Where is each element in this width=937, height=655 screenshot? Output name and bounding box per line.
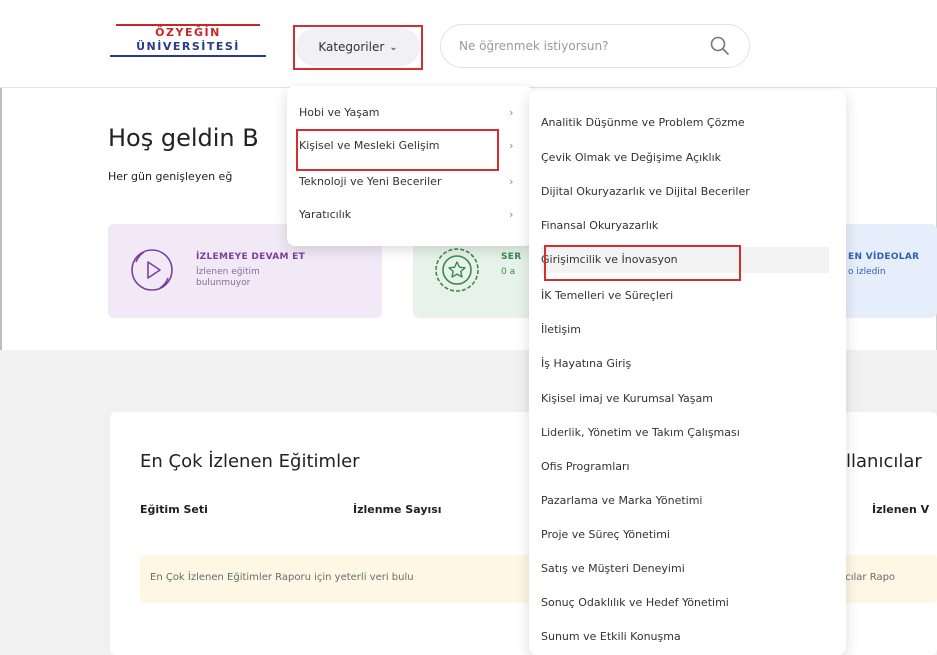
submenu-item[interactable]: Çevik Olmak ve Değişime Açıklık xyxy=(541,145,836,171)
chevron-down-icon: ⌄ xyxy=(389,41,398,53)
card-title: SER xyxy=(501,252,522,262)
menu-item-label: Kişisel ve Mesleki Gelişim xyxy=(299,139,440,152)
submenu-item[interactable]: Analitik Düşünme ve Problem Çözme xyxy=(541,110,836,136)
submenu-item[interactable]: İletişim xyxy=(541,317,836,343)
submenu-item[interactable]: İK Temelleri ve Süreçleri xyxy=(541,283,836,309)
welcome-subtitle: Her gün genişleyen eğ xyxy=(108,170,233,183)
column-header-view-count: İzlenme Sayısı xyxy=(353,503,442,516)
categories-button-label: Kategoriler xyxy=(318,40,385,54)
submenu-item[interactable]: Liderlik, Yönetim ve Takım Çalışması xyxy=(541,420,836,446)
submenu-item[interactable]: Dijital Okuryazarlık ve Dijital Becerile… xyxy=(541,179,836,205)
logo-line-2: ÜNİVERSİTESİ xyxy=(136,40,240,53)
panel-title-right: llanıcılar xyxy=(846,451,922,472)
submenu-item[interactable]: Proje ve Süreç Yönetimi xyxy=(541,522,836,548)
top-navigation-bar: ÖZYEĞİN ÜNİVERSİTESİ Kategoriler ⌄ xyxy=(0,0,937,88)
search-input[interactable] xyxy=(459,36,689,56)
card-title: EN VİDEOLAR xyxy=(848,252,920,262)
play-icon xyxy=(131,249,173,291)
menu-item-technology[interactable]: Teknoloji ve Yeni Beceriler › xyxy=(299,175,529,197)
logo-line-1: ÖZYEĞİN xyxy=(155,26,221,39)
chevron-right-icon: › xyxy=(509,106,514,119)
search-bar[interactable] xyxy=(440,24,750,68)
menu-item-personal-development[interactable]: Kişisel ve Mesleki Gelişim › xyxy=(299,139,529,161)
welcome-title: Hoş geldin B xyxy=(108,124,259,152)
categories-menu: Hobi ve Yaşam › Kişisel ve Mesleki Geliş… xyxy=(287,86,533,246)
card-subtitle: İzlenen eğitim bulunmuyor xyxy=(196,267,260,289)
column-header-training-set: Eğitim Seti xyxy=(140,503,208,516)
notice-text: En Çok İzlenen Eğitimler Raporu için yet… xyxy=(150,572,414,583)
menu-item-creativity[interactable]: Yaratıcılık › xyxy=(299,208,529,230)
menu-item-hobby[interactable]: Hobi ve Yaşam › xyxy=(299,106,529,128)
panel-title: En Çok İzlenen Eğitimler xyxy=(140,451,360,472)
submenu-item[interactable]: Finansal Okuryazarlık xyxy=(541,213,836,239)
university-logo[interactable]: ÖZYEĞİN ÜNİVERSİTESİ xyxy=(108,24,268,68)
search-icon[interactable] xyxy=(709,35,731,57)
submenu-item[interactable]: Sonuç Odaklılık ve Hedef Yönetimi xyxy=(541,590,836,616)
categories-button[interactable]: Kategoriler ⌄ xyxy=(296,28,420,66)
card-subtitle: o izledin xyxy=(848,267,886,277)
column-header-watched: İzlenen V xyxy=(872,503,930,516)
submenu-item[interactable]: İş Hayatına Giriş xyxy=(541,351,836,377)
submenu-item[interactable]: Pazarlama ve Marka Yönetimi xyxy=(541,488,836,514)
submenu-item[interactable]: Sunum ve Etkili Konuşma xyxy=(541,624,836,650)
chevron-right-icon: › xyxy=(509,175,514,188)
chevron-right-icon: › xyxy=(509,208,514,221)
menu-item-label: Yaratıcılık xyxy=(299,208,352,221)
submenu-item[interactable]: Ofis Programları xyxy=(541,454,836,480)
card-title: İZLEMEYE DEVAM ET xyxy=(196,252,306,262)
submenu-item[interactable]: Satış ve Müşteri Deneyimi xyxy=(541,556,836,582)
menu-item-label: Hobi ve Yaşam xyxy=(299,106,380,119)
submenu-item-entrepreneurship[interactable]: Girişimcilik ve İnovasyon xyxy=(541,247,829,273)
submenu-item[interactable]: Kişisel imaj ve Kurumsal Yaşam xyxy=(541,386,836,412)
menu-item-label: Teknoloji ve Yeni Beceriler xyxy=(299,175,442,188)
logo-bottom-rule xyxy=(110,55,266,57)
star-badge-icon xyxy=(435,248,479,292)
chevron-right-icon: › xyxy=(509,139,514,152)
subcategories-menu: Analitik Düşünme ve Problem Çözme Çevik … xyxy=(529,90,846,655)
